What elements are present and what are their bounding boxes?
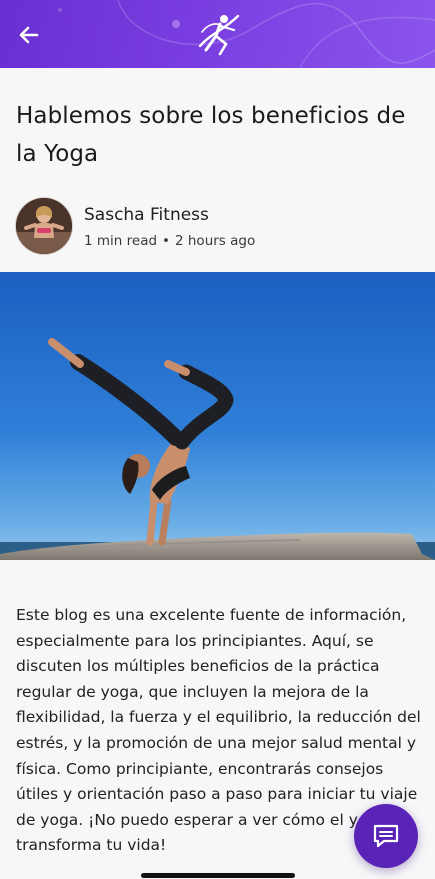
author-avatar[interactable] [16,198,72,254]
yoga-handstand-photo [0,272,435,560]
back-button[interactable] [14,20,44,50]
app-header [0,0,435,68]
hero-image [0,272,435,560]
author-info: Sascha Fitness 1 min read • 2 hours ago [16,198,416,256]
home-indicator [141,873,295,878]
dancer-logo-icon [198,14,240,56]
chat-icon [373,824,399,848]
avatar-figure [16,198,72,254]
arrow-left-icon [19,26,39,44]
read-time: 1 min read [84,233,158,249]
meta-separator: • [162,233,170,249]
article-title: Hablemos sobre los beneficios de la Yoga [16,103,406,167]
post-time: 2 hours ago [175,233,256,249]
chat-button[interactable] [354,804,418,868]
post-meta: 1 min read • 2 hours ago [84,233,255,249]
author-name[interactable]: Sascha Fitness [84,205,209,225]
